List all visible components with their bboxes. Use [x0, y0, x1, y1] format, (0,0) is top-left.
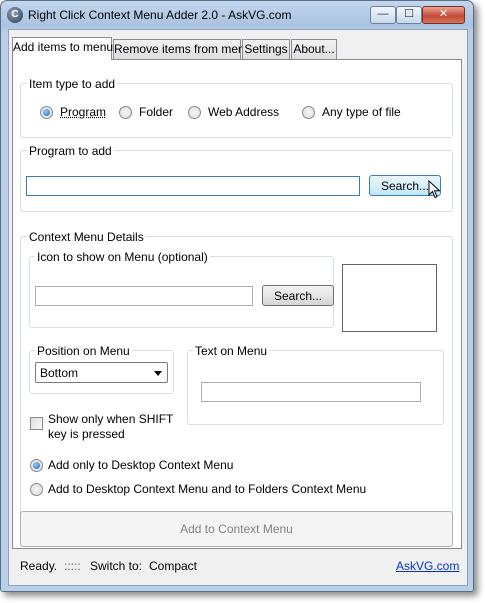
- item-type-label: Item type to add: [27, 77, 118, 91]
- icon-group-label: Icon to show on Menu (optional): [35, 250, 210, 264]
- radio-desktop-only-label[interactable]: Add only to Desktop Context Menu: [48, 458, 233, 472]
- shift-checkbox-label-line1[interactable]: Show only when SHIFT: [48, 412, 173, 426]
- app-window: C Right Click Context Menu Adder 2.0 - A…: [0, 0, 474, 592]
- radio-program-label[interactable]: Program: [60, 105, 106, 119]
- radio-folder[interactable]: [119, 106, 132, 119]
- tab-settings[interactable]: Settings: [242, 39, 290, 60]
- close-icon[interactable]: ✕: [422, 6, 465, 24]
- app-icon[interactable]: C: [7, 7, 23, 23]
- client-area: Add items to menu Remove items from menu…: [8, 29, 468, 586]
- mouse-pointer-icon: [428, 180, 441, 199]
- position-select-value: Bottom: [40, 366, 79, 380]
- status-text: Ready.: [20, 559, 58, 573]
- radio-any-file[interactable]: [302, 106, 315, 119]
- shift-checkbox-label-line2[interactable]: key is pressed: [48, 427, 125, 441]
- text-label: Text on Menu: [193, 344, 270, 358]
- tab-remove-items[interactable]: Remove items from menu: [113, 39, 251, 60]
- radio-desktop-and-folders[interactable]: [30, 483, 43, 496]
- askvg-link[interactable]: AskVG.com: [396, 559, 459, 573]
- dropdown-arrow-icon: [154, 371, 162, 376]
- program-path-input[interactable]: [26, 176, 360, 196]
- tab-about[interactable]: About...: [291, 39, 337, 60]
- maximize-icon[interactable]: ☐: [396, 6, 422, 24]
- icon-path-input[interactable]: [35, 286, 253, 306]
- radio-any-file-label[interactable]: Any type of file: [322, 105, 401, 119]
- radio-web-address[interactable]: [188, 106, 201, 119]
- status-grip: :::::: [64, 559, 81, 573]
- menu-text-input[interactable]: [201, 382, 421, 402]
- icon-search-button[interactable]: Search...: [262, 285, 334, 306]
- switch-compact-link[interactable]: Compact: [149, 559, 197, 573]
- add-to-context-menu-button[interactable]: Add to Context Menu: [20, 511, 453, 547]
- title-bar[interactable]: C Right Click Context Menu Adder 2.0 - A…: [1, 1, 473, 29]
- icon-preview-box: [342, 264, 437, 332]
- position-label: Position on Menu: [35, 344, 132, 358]
- tab-panel-add-items: Item type to add Program Folder Web Addr…: [12, 59, 462, 549]
- minimize-icon[interactable]: —: [370, 6, 396, 24]
- window-title: Right Click Context Menu Adder 2.0 - Ask…: [28, 8, 292, 22]
- radio-desktop-and-folders-label[interactable]: Add to Desktop Context Menu and to Folde…: [48, 482, 366, 496]
- switch-label: Switch to:: [90, 559, 143, 573]
- shift-checkbox[interactable]: [30, 417, 43, 430]
- position-select[interactable]: Bottom: [35, 362, 168, 383]
- tab-add-items[interactable]: Add items to menu: [12, 37, 113, 60]
- details-label: Context Menu Details: [27, 230, 146, 244]
- radio-desktop-only[interactable]: [30, 459, 43, 472]
- radio-web-address-label[interactable]: Web Address: [208, 105, 279, 119]
- radio-folder-label[interactable]: Folder: [139, 105, 173, 119]
- radio-program[interactable]: [40, 106, 53, 119]
- program-label: Program to add: [27, 144, 114, 158]
